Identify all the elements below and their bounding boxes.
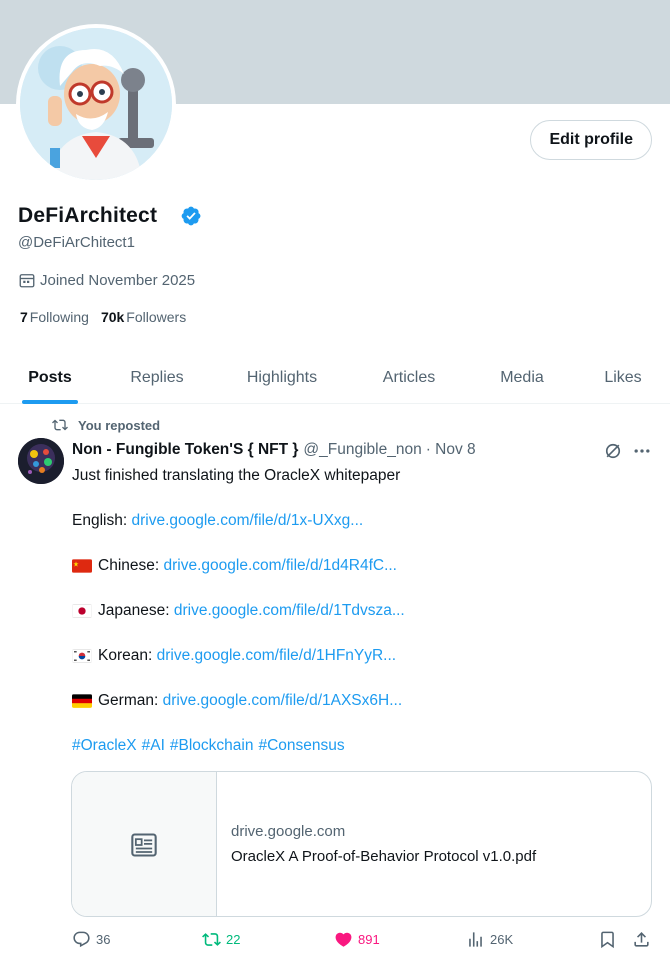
reply-count: 36 [96,932,111,947]
hashtag[interactable]: #Consensus [258,736,344,756]
following-label: Following [29,309,89,325]
translation-japanese: Japanese: drive.google.com/file/d/1Tdvsz… [72,601,652,621]
profile-name-row: DeFiArchitect [18,204,201,228]
tab-label: Replies [130,369,184,386]
translation-chinese: Chinese: drive.google.com/file/d/1d4R4fC… [72,556,652,576]
reply-icon [73,931,90,948]
language-label: Korean: [98,647,153,664]
followers-link[interactable]: 70k Followers [101,309,186,325]
bookmark-icon [601,931,614,949]
post-author-name[interactable]: Non - Fungible Token'S { NFT } [72,441,298,459]
language-label: German: [98,692,159,709]
drive-link[interactable]: drive.google.com/file/d/1HFnYyR... [157,646,397,666]
card-thumbnail [72,772,217,916]
translation-korean: Korean: drive.google.com/file/d/1HFnYyR.… [72,646,652,666]
profile-tabs: Posts Replies Highlights Articles Media … [0,352,670,404]
following-link[interactable]: 7 Following [20,309,89,325]
post-header: Non - Fungible Token'S { NFT } @_Fungibl… [72,441,476,459]
hashtag-row: #OracleX #AI #Blockchain #Consensus [72,736,652,756]
tab-likes[interactable]: Likes [576,352,670,404]
edit-profile-button[interactable]: Edit profile [530,120,652,160]
language-label: Japanese: [98,602,170,619]
post-actions: 36 22 891 26K [72,930,652,954]
tab-articles[interactable]: Articles [350,352,468,404]
reposted-text: You reposted [78,417,161,433]
followers-label: Followers [126,309,187,325]
follow-stats: 7 Following 70k Followers [20,309,186,325]
repost-icon [202,933,221,946]
share-icon [634,932,649,947]
repost-icon [52,419,68,431]
tab-label: Likes [604,369,642,386]
language-label: English: [72,512,128,529]
view-count: 26K [490,932,514,947]
post-author-avatar[interactable] [18,438,64,484]
joined-text: Joined November 2025 [40,271,196,289]
grok-icon[interactable] [603,441,623,461]
calendar-icon [19,274,35,288]
display-name: DeFiArchitect [18,204,158,227]
verified-badge-icon[interactable] [181,206,201,226]
share-button[interactable] [632,930,656,949]
like-button[interactable]: 891 [334,930,380,949]
views-button[interactable]: 26K [466,930,513,949]
drive-link[interactable]: drive.google.com/file/d/1d4R4fC... [164,556,397,576]
hashtag[interactable]: #AI [142,736,165,756]
document-icon [131,833,157,857]
drive-link[interactable]: drive.google.com/file/d/1x-UXxg... [131,511,363,531]
nft-avatar-image [18,438,64,484]
tab-highlights[interactable]: Highlights [214,352,350,404]
korea-flag-icon [72,649,92,663]
like-count: 891 [358,932,380,947]
link-preview-card[interactable]: drive.google.com OracleX A Proof-of-Beha… [71,771,652,917]
reply-button[interactable]: 36 [72,930,110,949]
reposted-indicator: You reposted [52,417,160,433]
tab-label: Posts [28,369,72,386]
translation-english: English: drive.google.com/file/d/1x-UXxg… [72,511,652,531]
tab-label: Highlights [246,369,318,386]
tab-media[interactable]: Media [468,352,576,404]
scientist-avatar-image [20,28,172,180]
following-count: 7 [20,309,28,325]
japan-flag-icon [72,604,92,618]
post-intro: Just finished translating the OracleX wh… [72,467,401,484]
china-flag-icon [72,559,92,573]
language-label: Chinese: [98,557,160,574]
repost-button[interactable]: 22 [202,930,240,949]
joined-date: Joined November 2025 [18,271,195,289]
post-body: Just finished translating the OracleX wh… [72,466,652,781]
germany-flag-icon [72,694,92,708]
tab-replies[interactable]: Replies [100,352,214,404]
translation-german: German: drive.google.com/file/d/1AXSx6H.… [72,691,652,711]
bookmark-button[interactable] [598,930,622,949]
card-text: drive.google.com OracleX A Proof-of-Beha… [217,772,536,916]
post-author-handle[interactable]: @_Fungible_non [303,441,421,459]
profile-avatar[interactable] [16,24,176,184]
hashtag[interactable]: #OracleX [72,736,137,756]
heart-filled-icon [335,932,352,947]
repost-count: 22 [226,932,241,947]
followers-count: 70k [100,309,125,325]
card-domain: drive.google.com [231,823,346,840]
drive-link[interactable]: drive.google.com/file/d/1Tdvsza... [174,601,405,621]
tab-posts[interactable]: Posts [0,352,100,404]
tab-label: Media [500,369,544,386]
tab-label: Articles [382,369,436,386]
post-date[interactable]: · Nov 8 [426,441,476,459]
card-title: OracleX A Proof-of-Behavior Protocol v1.… [231,848,537,865]
hashtag[interactable]: #Blockchain [170,736,254,756]
views-chart-icon [469,932,482,947]
more-options-icon[interactable] [632,441,652,461]
drive-link[interactable]: drive.google.com/file/d/1AXSx6H... [163,691,403,711]
profile-handle: @DeFiArChitect1 [18,234,135,251]
